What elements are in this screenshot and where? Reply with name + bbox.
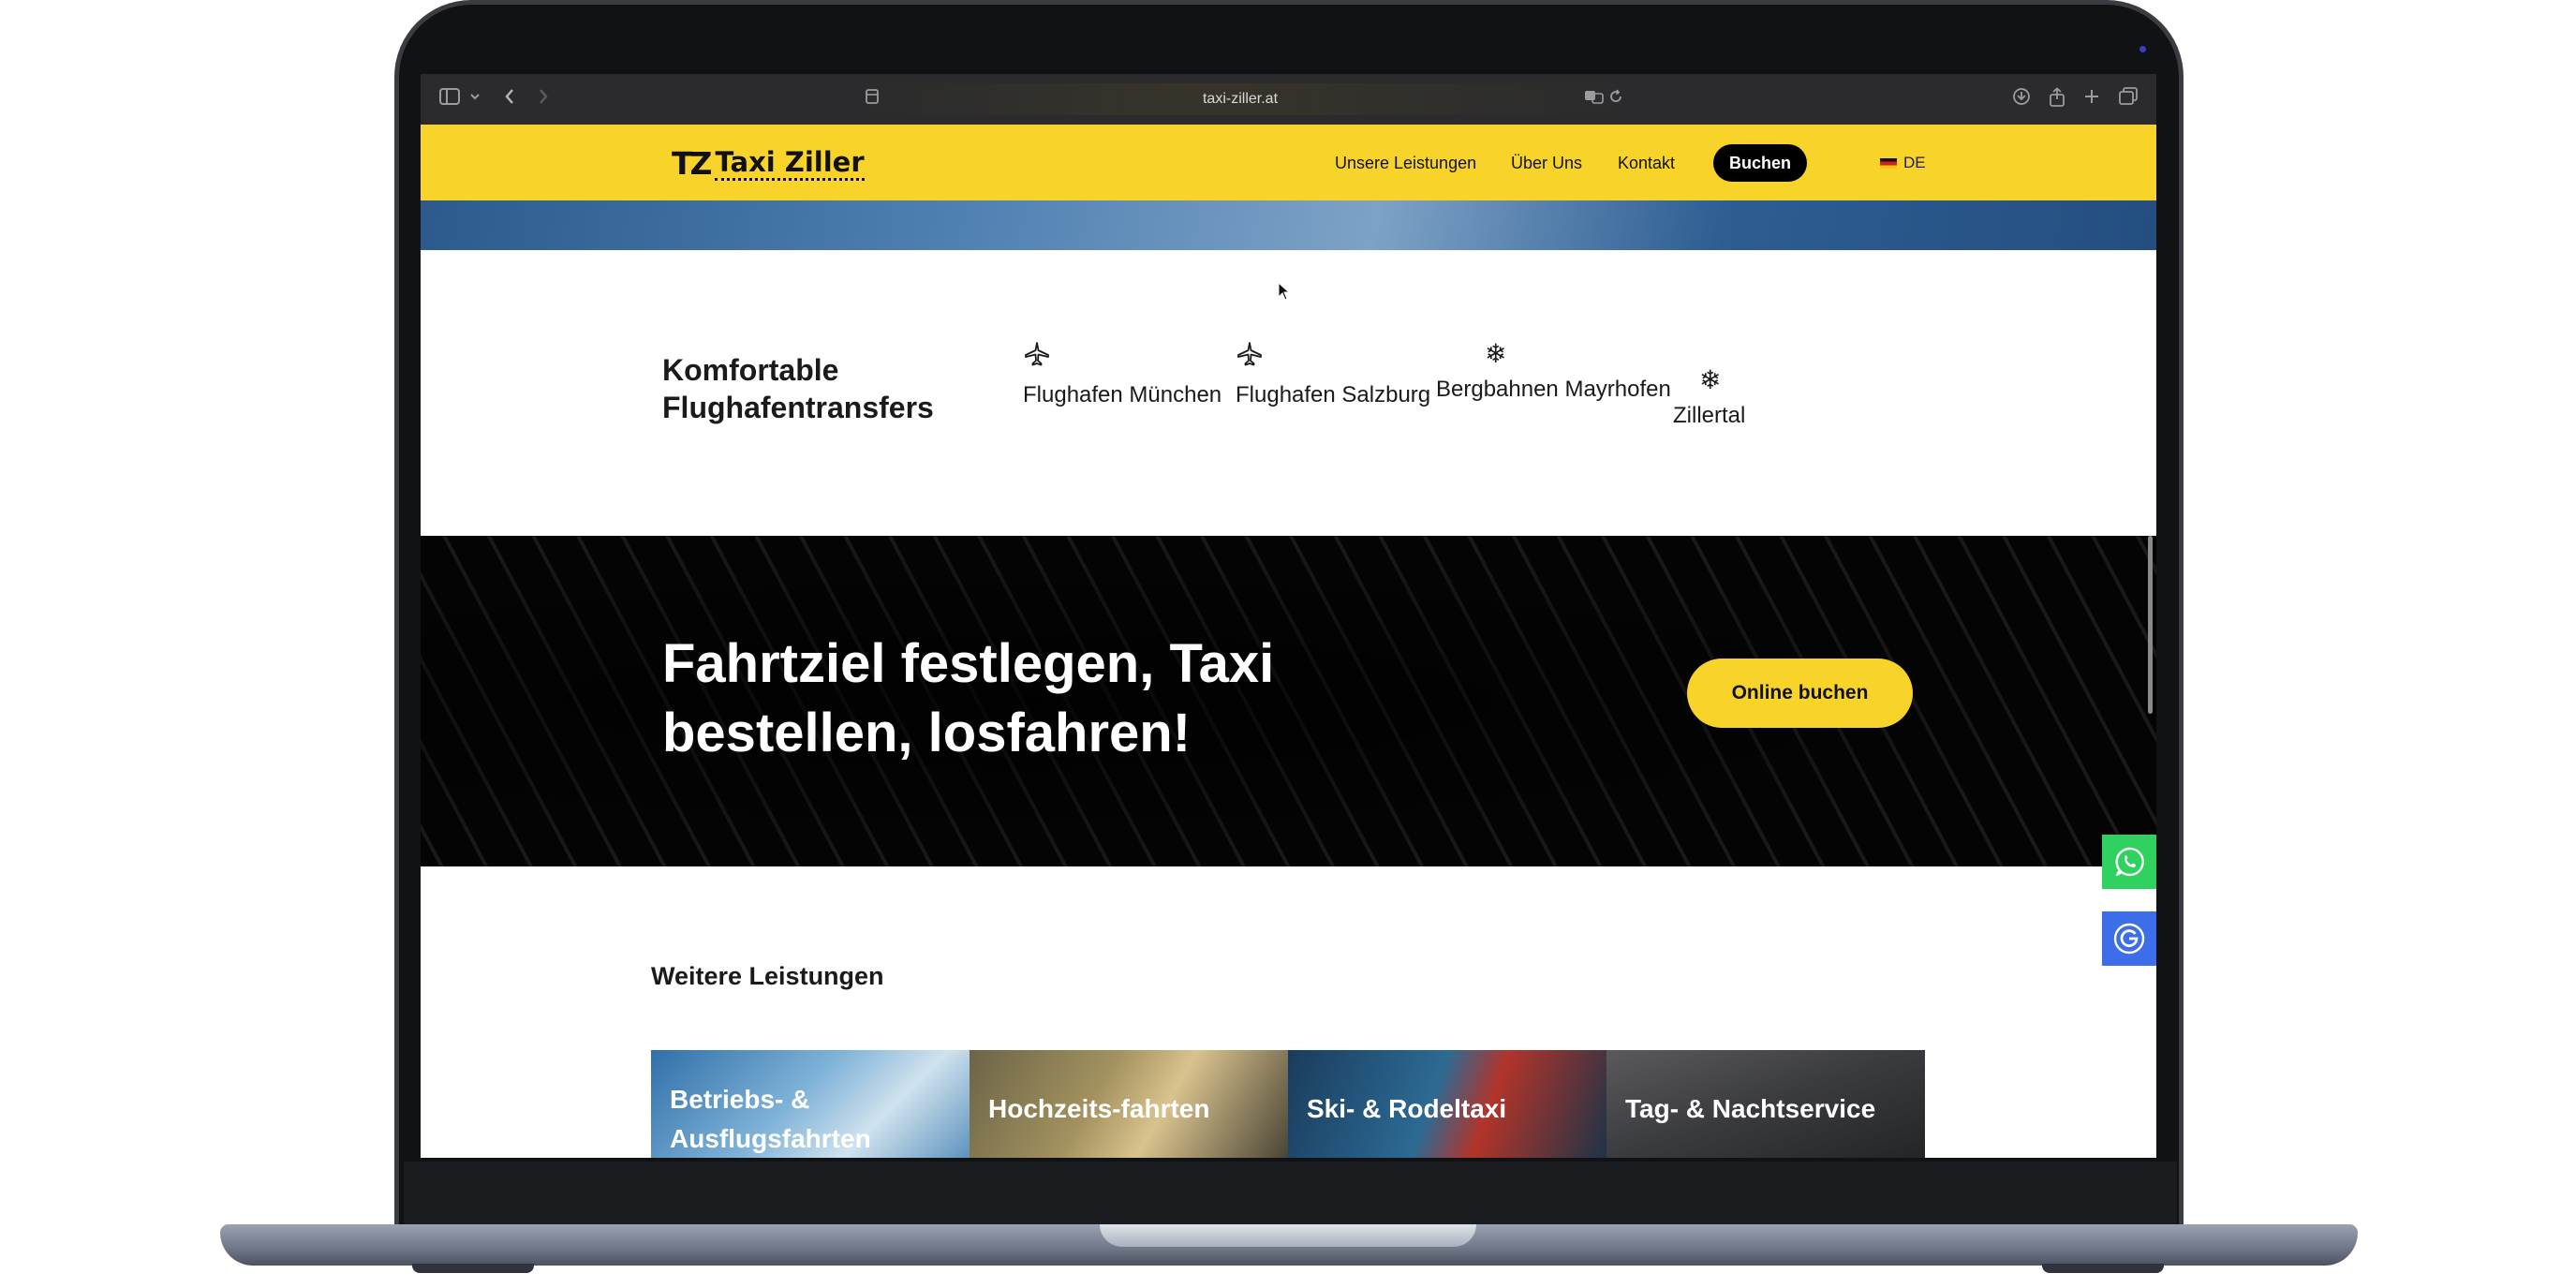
destination-flughafen-salzburg[interactable]: Flughafen Salzburg xyxy=(1236,340,1430,408)
tile-ski-rodeltaxi[interactable]: Ski- & Rodeltaxi xyxy=(1288,1050,1606,1158)
language-selector[interactable]: DE xyxy=(1880,150,1926,176)
language-label: DE xyxy=(1903,154,1926,171)
screen: taxi-ziller.at TZ Taxi Ziller Unsere Lei… xyxy=(421,74,2156,1158)
more-services-section: Weitere Leistungen Betriebs- & Ausflugsf… xyxy=(421,866,2156,1158)
hero-image-strip xyxy=(421,200,2156,250)
google-review-button[interactable] xyxy=(2102,911,2156,966)
tabs-overview-icon[interactable] xyxy=(2118,87,2139,111)
site-header: TZ Taxi Ziller Unsere Leistungen Über Un… xyxy=(421,125,2156,200)
whatsapp-icon xyxy=(2112,847,2146,886)
airplane-icon xyxy=(1023,340,1221,374)
booking-banner: Fahrtziel festlegen, Taxi bestellen, los… xyxy=(421,536,2156,866)
chevron-down-icon[interactable] xyxy=(469,87,481,111)
share-icon[interactable] xyxy=(2048,87,2066,111)
destination-label: Flughafen Salzburg xyxy=(1236,382,1431,407)
tile-betriebs-ausflugsfahrten[interactable]: Betriebs- & Ausflugsfahrten xyxy=(651,1050,970,1158)
nav-kontakt[interactable]: Kontakt xyxy=(1618,150,1675,176)
laptop-foot-right xyxy=(2042,1264,2164,1273)
snowflake-icon: ❄ xyxy=(1485,338,1507,369)
forward-icon[interactable] xyxy=(537,87,550,111)
german-flag-icon xyxy=(1880,157,1897,169)
destination-label: Flughafen München xyxy=(1023,382,1222,407)
nav-ueber-uns[interactable]: Über Uns xyxy=(1511,150,1582,176)
url-text: taxi-ziller.at xyxy=(1202,91,1279,107)
laptop-foot-left xyxy=(412,1264,534,1273)
mouse-cursor-icon xyxy=(1278,281,1291,305)
destination-flughafen-muenchen[interactable]: Flughafen München xyxy=(1023,340,1221,408)
more-services-title: Weitere Leistungen xyxy=(651,962,884,990)
tile-tag-nachtservice[interactable]: Tag- & Nachtservice xyxy=(1606,1050,1925,1158)
book-button[interactable]: Buchen xyxy=(1713,144,1807,182)
tile-label: Hochzeits-fahrten xyxy=(988,1094,1210,1123)
reload-icon[interactable] xyxy=(1608,87,1623,111)
tile-hochzeits-fahrten[interactable]: Hochzeits-fahrten xyxy=(970,1050,1288,1158)
sidebar-icon[interactable] xyxy=(439,87,460,111)
new-tab-icon[interactable] xyxy=(2083,87,2100,111)
translate-icon[interactable] xyxy=(1584,87,1605,111)
transfer-title: Komfortable Flughafentransfers xyxy=(662,353,934,424)
logo-text: Taxi Ziller xyxy=(715,146,865,181)
snowflake-icon: ❄ xyxy=(1699,364,1722,395)
browser-toolbar: taxi-ziller.at xyxy=(421,74,2156,125)
banner-title: Fahrtziel festlegen, Taxi bestellen, los… xyxy=(662,633,1275,763)
logo-mark: TZ xyxy=(672,144,712,182)
airplane-icon xyxy=(1236,340,1430,374)
destination-bergbahnen-mayrhofen[interactable]: ❄ Bergbahnen Mayrhofen xyxy=(1436,340,1671,403)
tile-label: Betriebs- & Ausflugsfahrten xyxy=(670,1085,871,1153)
logo[interactable]: TZ Taxi Ziller xyxy=(672,144,865,182)
download-icon[interactable] xyxy=(2012,87,2031,111)
tile-label: Tag- & Nachtservice xyxy=(1625,1094,1876,1123)
destination-zillertal[interactable]: ❄ Zillertal xyxy=(1673,366,1745,429)
google-icon xyxy=(2112,923,2146,963)
destination-label: Bergbahnen Mayrhofen xyxy=(1436,377,1671,402)
back-icon[interactable] xyxy=(503,87,516,111)
laptop-opening-notch xyxy=(1100,1224,1476,1247)
address-bar[interactable]: taxi-ziller.at xyxy=(851,83,1629,115)
destination-label: Zillertal xyxy=(1673,403,1746,428)
tile-label: Ski- & Rodeltaxi xyxy=(1307,1094,1507,1123)
service-tiles: Betriebs- & Ausflugsfahrten Hochzeits-fa… xyxy=(651,1050,1925,1158)
whatsapp-button[interactable] xyxy=(2102,835,2156,889)
nav-unsere-leistungen[interactable]: Unsere Leistungen xyxy=(1335,150,1476,176)
page-scrollbar[interactable] xyxy=(2148,536,2153,714)
laptop-chin xyxy=(404,1162,2177,1227)
camera-indicator xyxy=(2139,46,2146,52)
online-book-button[interactable]: Online buchen xyxy=(1687,659,1913,728)
